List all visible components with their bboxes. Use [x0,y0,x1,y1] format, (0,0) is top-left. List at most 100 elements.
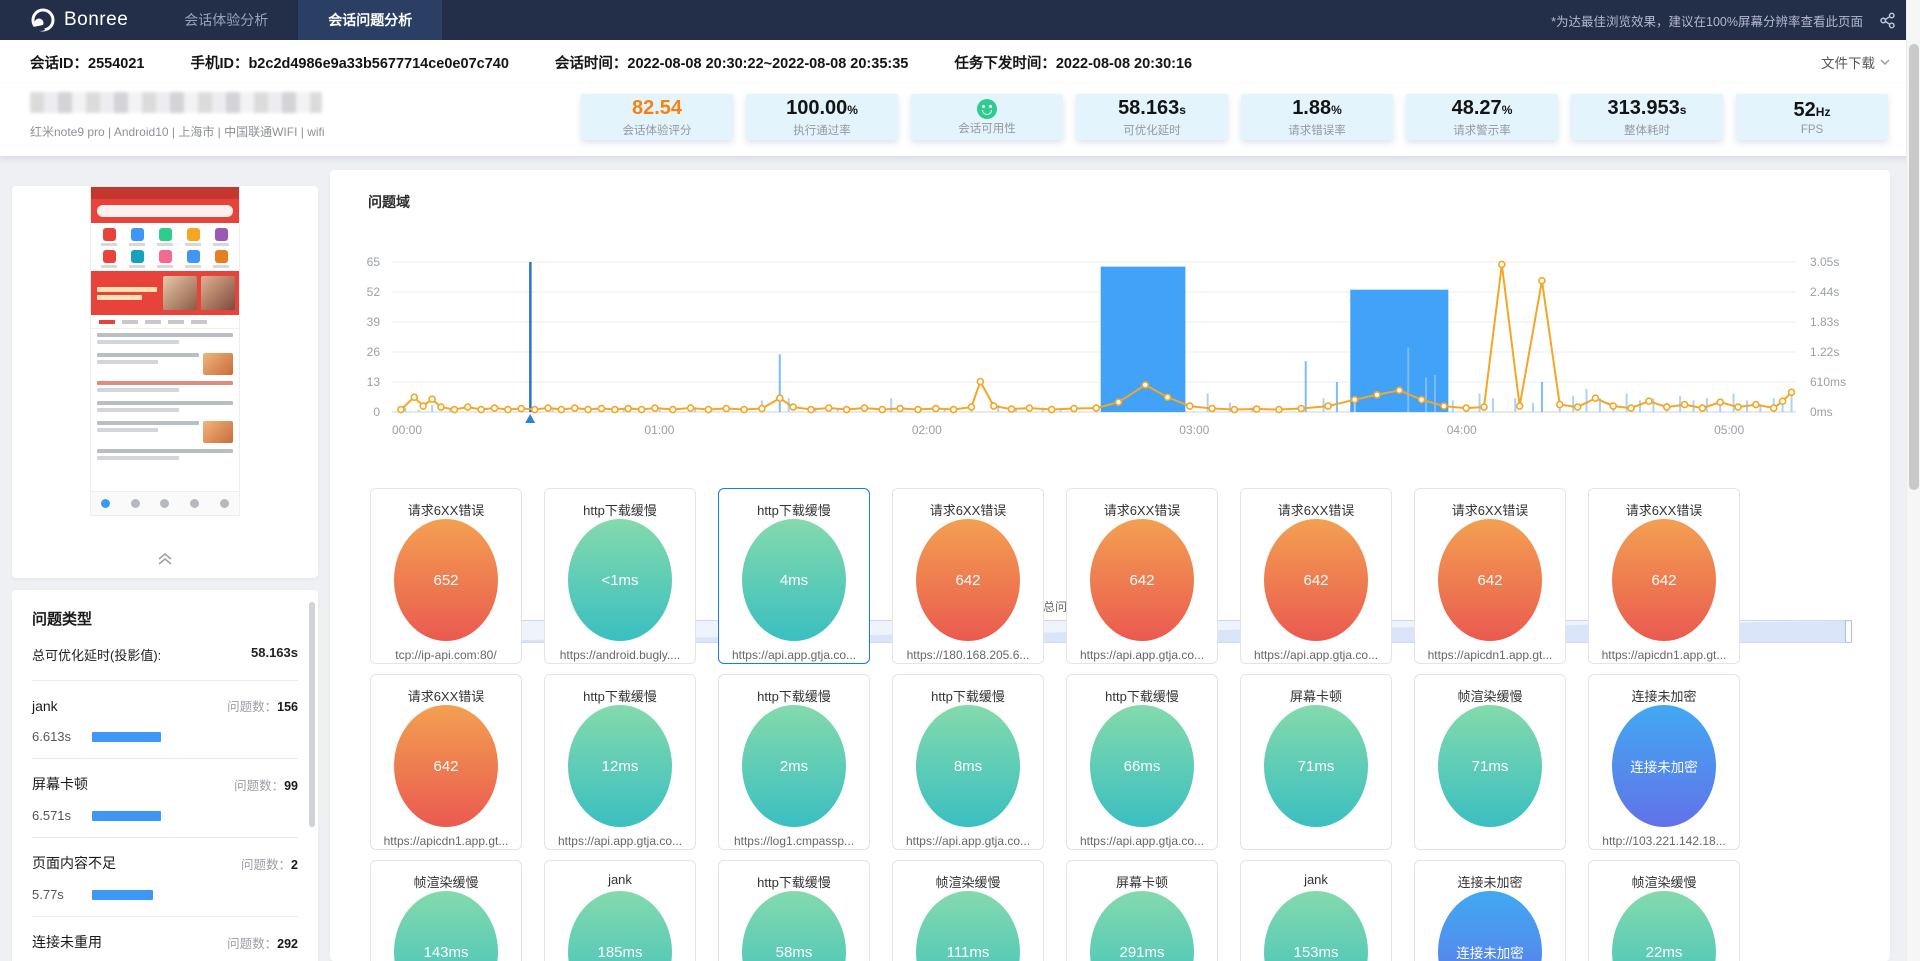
problem-domain-chart[interactable]: 00ms13610ms261.22s391.83s522.44s653.05s0… [344,216,1882,454]
delay-point [1789,389,1795,395]
phone-bottom-nav [91,491,239,515]
panel-scrollbar[interactable] [309,602,315,827]
problem-card-4[interactable]: 请求6XX错误642https://api.app.gtja.co... [1066,488,1218,664]
problem-card-title: http下载缓慢 [719,872,869,888]
bar [1626,394,1628,412]
stat-card-5: 48.27%请求警示率 [1406,94,1558,140]
problem-card-1[interactable]: http下载缓慢<1mshttps://android.bugly.... [544,488,696,664]
delay-point [1646,398,1652,404]
problem-domain-panel: 问题域 00ms13610ms261.22s391.83s522.44s653.… [330,170,1890,961]
delay-point [1499,261,1505,267]
problem-card-12[interactable]: http下载缓慢66mshttps://api.app.gtja.co... [1066,674,1218,850]
problem-type-time: 5.77s [32,887,76,902]
problem-card-0[interactable]: 请求6XX错误652tcp://ip-api.com:80/ [370,488,522,664]
stat-label: 整体耗时 [1624,122,1670,138]
problem-card-circle: 642 [916,519,1020,641]
problem-card-15[interactable]: 连接未加密连接未加密http://103.221.142.18... [1588,674,1740,850]
availability-smiley-icon [977,99,997,119]
delay-point [1325,403,1331,409]
file-download-button[interactable]: 文件下载 [1821,52,1890,72]
delay-point [951,407,957,413]
delay-point [438,404,444,410]
problem-type-name: 页面内容不足 [32,853,116,873]
problem-card-5[interactable]: 请求6XX错误642https://api.app.gtja.co... [1240,488,1392,664]
delay-line [401,264,1792,409]
problem-type-bar [92,811,161,821]
problem-card-16[interactable]: 帧渲染缓慢143ms [370,860,522,961]
problem-card-title: 请求6XX错误 [371,686,521,702]
delay-point [1049,407,1055,413]
problem-card-value: 2ms [780,758,808,775]
problem-card-3[interactable]: 请求6XX错误642https://180.168.205.6... [892,488,1044,664]
problem-card-13[interactable]: 屏幕卡顿71ms [1240,674,1392,850]
axis-marker [525,414,535,423]
bar [529,262,531,412]
phone-news-row [97,449,233,463]
problem-card-22[interactable]: 连接未加密连接未加密 [1414,860,1566,961]
delay-point [759,406,765,412]
stat-cards: 82.54会话体验评分100.00%执行通过率会话可用性58.163s可优化延时… [581,94,1888,140]
stat-value: 82.54 [632,97,682,121]
problem-type-item-0[interactable]: jank问题数：1566.613s [32,681,298,759]
problem-card-value: 71ms [1472,758,1509,775]
problem-card-18[interactable]: http下载缓慢58ms [718,860,870,961]
problem-card-11[interactable]: http下载缓慢8mshttps://api.app.gtja.co... [892,674,1044,850]
info-field-0: 会话ID：2554021 [30,52,144,73]
bar [779,354,781,412]
delay-point [1026,405,1032,411]
nav-tab-1[interactable]: 会话问题分析 [298,0,442,40]
problem-type-name: jank [32,698,58,714]
stat-label: 会话体验评分 [623,122,692,138]
problem-card-19[interactable]: 帧渲染缓慢111ms [892,860,1044,961]
problem-type-item-1[interactable]: 屏幕卡顿问题数：996.571s [32,759,298,838]
problem-card-value: 153ms [1293,944,1338,961]
problem-card-14[interactable]: 帧渲染缓慢71ms [1414,674,1566,850]
session-info-bar: 会话ID：2554021手机ID：b2c2d4986e9a33b5677714c… [0,40,1920,84]
problem-card-20[interactable]: 屏幕卡顿291ms [1066,860,1218,961]
problem-card-8[interactable]: 请求6XX错误642https://apicdn1.app.gt... [370,674,522,850]
problem-card-value: 642 [1651,572,1676,589]
delay-point [1441,403,1447,409]
problem-card-circle: 143ms [394,891,498,961]
share-icon[interactable] [1879,12,1896,29]
problem-card-circle: 12ms [568,705,672,827]
nav-tab-0[interactable]: 会话体验分析 [154,0,298,40]
problem-card-21[interactable]: jank153ms [1240,860,1392,961]
phone-icon-grid [91,223,239,271]
problem-card-23[interactable]: 帧渲染缓慢22ms [1588,860,1740,961]
stats-band: 红米note9 pro | Android10 | 上海市 | 中国联通WIFI… [0,84,1920,156]
problem-card-value: 连接未加密 [1456,942,1524,961]
datazoom-handle-right[interactable] [1845,620,1852,643]
problem-card-title: 屏幕卡顿 [1067,872,1217,888]
page-scrollbar[interactable] [1906,0,1920,961]
total-delay-row: 总可优化延时(投影值): 58.163s [32,645,298,681]
delay-point [1231,407,1237,413]
problem-card-title: 连接未加密 [1415,872,1565,888]
stat-label: 请求警示率 [1453,122,1511,138]
collapse-chevron-icon[interactable] [157,552,173,570]
problem-card-7[interactable]: 请求6XX错误642https://apicdn1.app.gt... [1588,488,1740,664]
delay-point [1539,278,1545,284]
delay-point [1717,399,1723,405]
bar [418,410,420,412]
phone-app-icon [179,250,207,268]
problem-type-item-2[interactable]: 页面内容不足问题数：25.77s [32,838,298,917]
bonree-logo[interactable]: Bonree [0,0,154,40]
stat-label: 会话可用性 [958,120,1016,136]
problem-type-item-3[interactable]: 连接未重用问题数：2922.849s [32,917,298,961]
total-delay-value: 58.163s [251,645,298,664]
delay-point [1093,405,1099,411]
delay-point [411,394,417,400]
navbar-right: *为达最佳浏览效果，建议在100%屏幕分辨率查看此页面 [1551,0,1920,40]
delay-point [1517,403,1523,409]
problem-card-9[interactable]: http下载缓慢12mshttps://api.app.gtja.co... [544,674,696,850]
problem-card-10[interactable]: http下载缓慢2mshttps://log1.cmpassp... [718,674,870,850]
stat-value: 100.00% [786,97,858,121]
page-scrollbar-thumb[interactable] [1909,44,1919,490]
problem-card-17[interactable]: jank185ms [544,860,696,961]
problem-card-circle: 4ms [742,519,846,641]
problem-card-url: https://apicdn1.app.gt... [1589,648,1739,662]
problem-card-6[interactable]: 请求6XX错误642https://apicdn1.app.gt... [1414,488,1566,664]
delay-point [532,407,538,413]
problem-card-2[interactable]: http下载缓慢4mshttps://api.app.gtja.co... [718,488,870,664]
